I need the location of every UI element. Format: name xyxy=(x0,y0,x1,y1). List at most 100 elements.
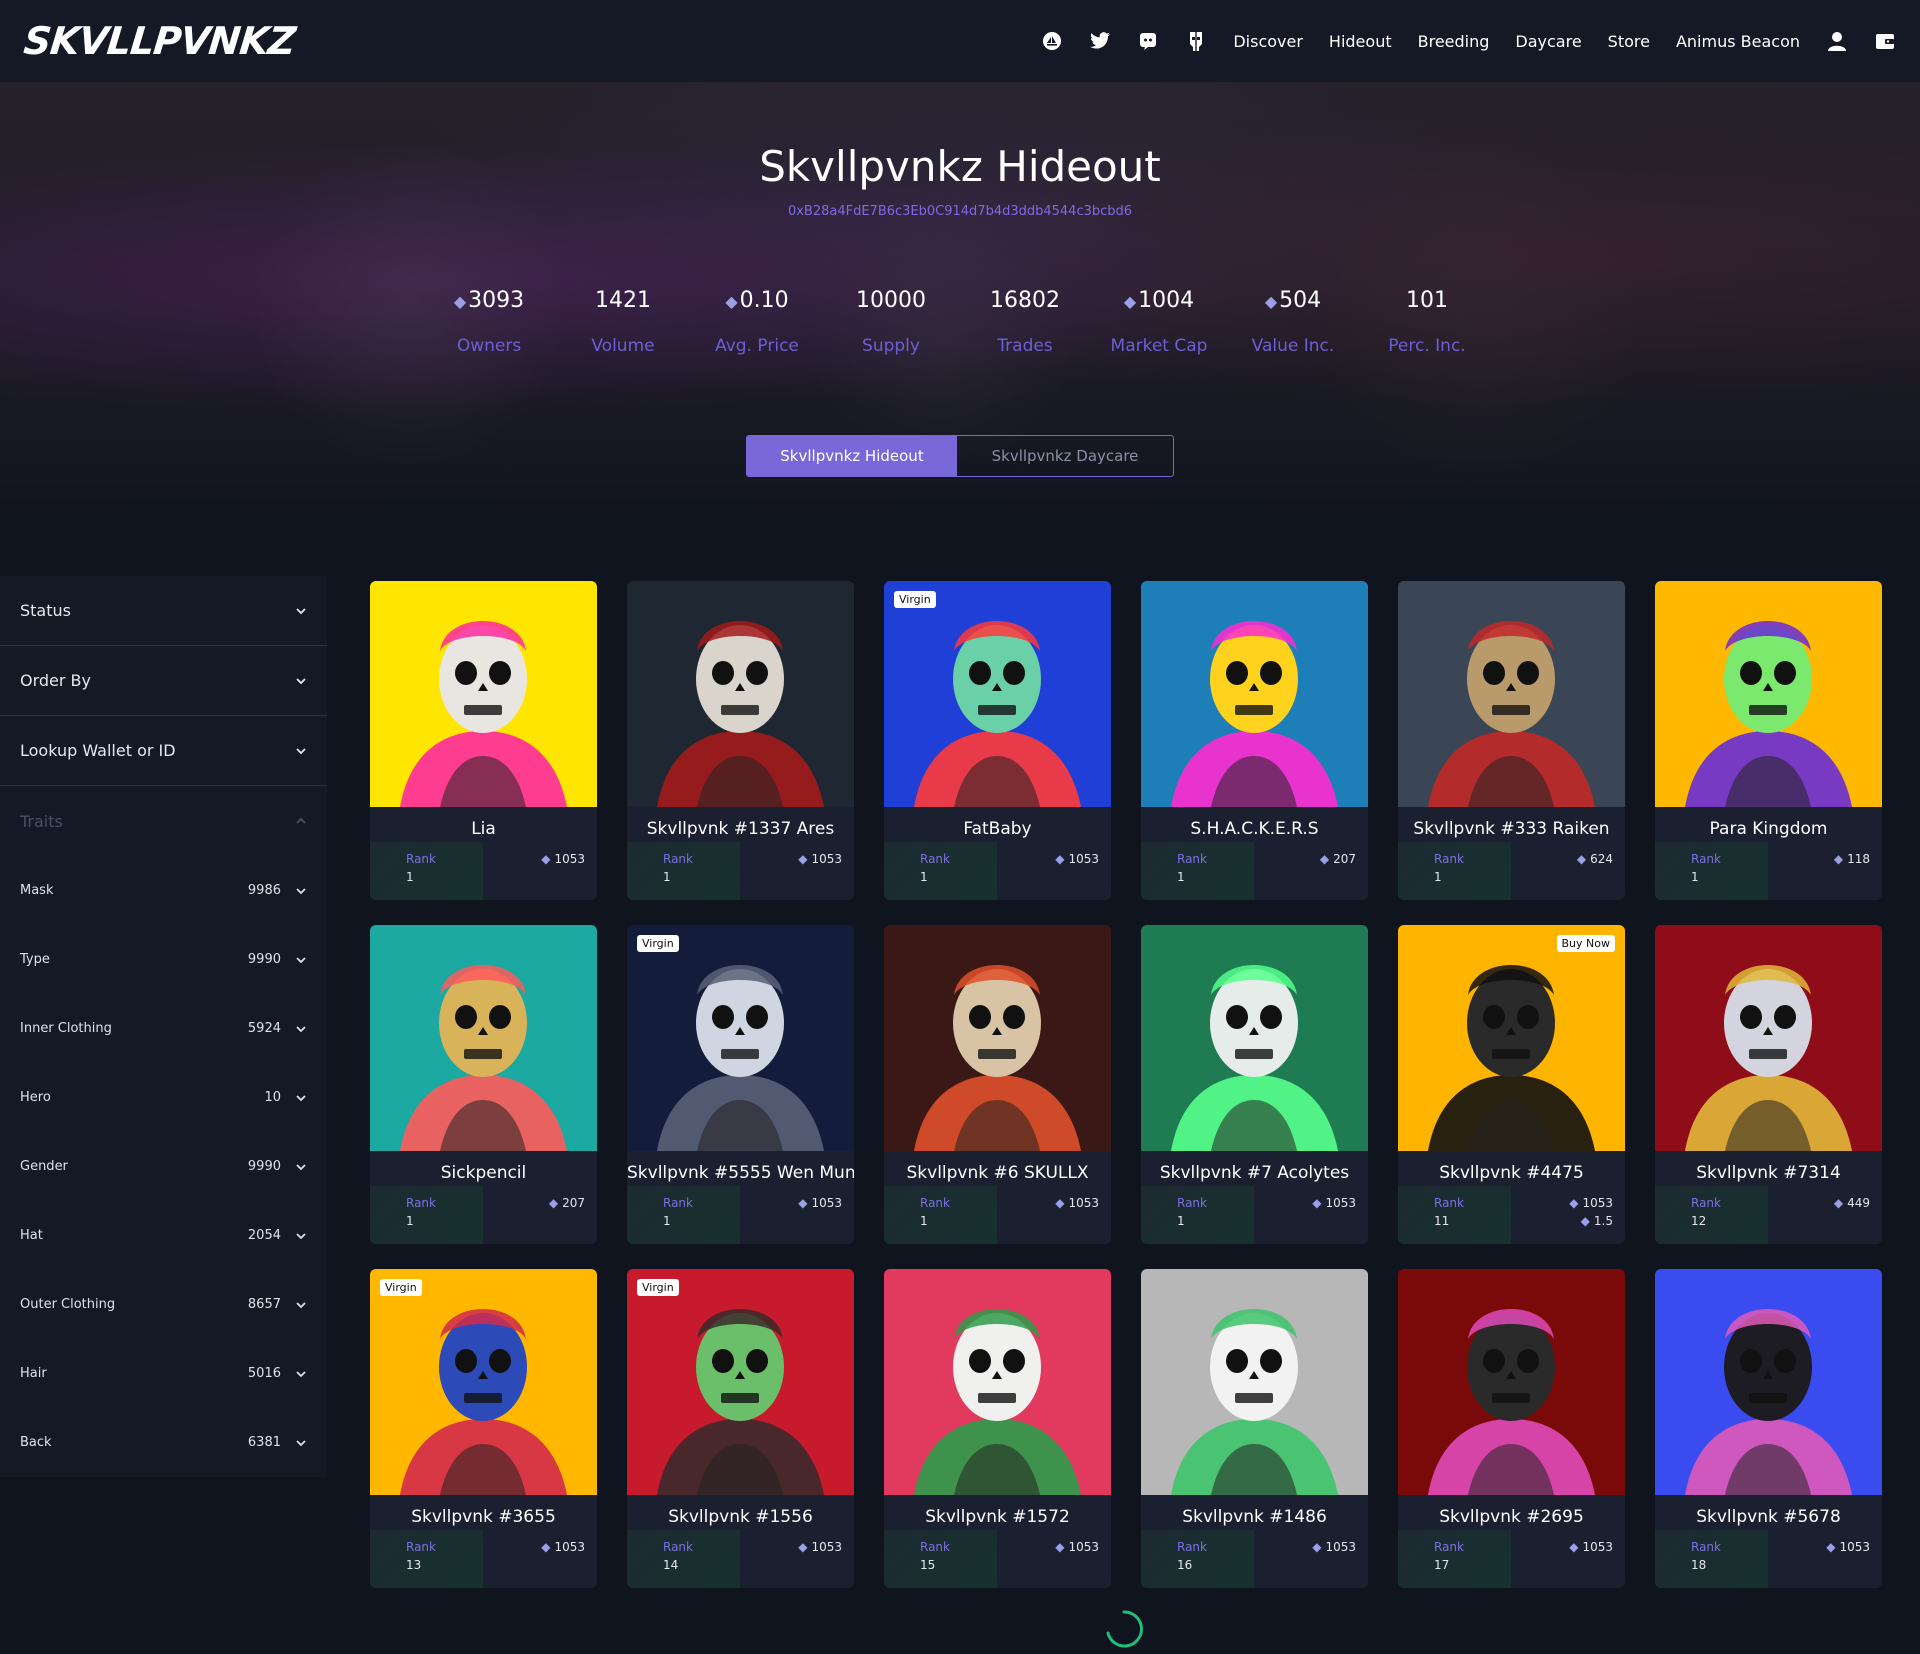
trait-right: 10 xyxy=(264,1090,307,1105)
skull-brand-icon[interactable] xyxy=(1185,30,1207,52)
filter-traits[interactable]: Traits xyxy=(0,786,327,856)
price-block: ◆ 1053 xyxy=(1254,1530,1368,1588)
nft-image[interactable] xyxy=(1655,925,1882,1151)
filter-status[interactable]: Status xyxy=(0,576,327,646)
tab-daycare[interactable]: Skvllpvnkz Daycare xyxy=(957,436,1173,476)
rank-block: Rank 15 xyxy=(884,1530,997,1588)
nft-card[interactable]: Virgin FatBaby Rank 1 ◆ 1053 xyxy=(884,581,1111,900)
stat-label: Trades xyxy=(997,336,1053,356)
nav-link-store[interactable]: Store xyxy=(1608,32,1650,51)
nft-image[interactable] xyxy=(370,581,597,807)
trait-filter-back[interactable]: Back 6381 xyxy=(0,1408,327,1477)
nft-image[interactable]: Virgin xyxy=(627,1269,854,1495)
trait-filter-inner-clothing[interactable]: Inner Clothing 5924 xyxy=(0,994,327,1063)
logo[interactable]: SKVLLPVNKZ xyxy=(22,19,297,63)
trait-filter-hat[interactable]: Hat 2054 xyxy=(0,1201,327,1270)
nav-link-animus-beacon[interactable]: Animus Beacon xyxy=(1676,32,1800,51)
discord-icon[interactable] xyxy=(1137,30,1159,52)
nft-image[interactable] xyxy=(370,925,597,1151)
nft-card[interactable]: Skvllpvnk #1486 Rank 16 ◆ 1053 xyxy=(1141,1269,1368,1588)
nav-link-breeding[interactable]: Breeding xyxy=(1418,32,1490,51)
nft-card[interactable]: Skvllpvnk #7314 Rank 12 ◆ 449 xyxy=(1655,925,1882,1244)
nft-image[interactable] xyxy=(1655,1269,1882,1495)
nft-card[interactable]: Skvllpvnk #1337 Ares Rank 1 ◆ 1053 xyxy=(627,581,854,900)
nft-card[interactable]: Virgin Skvllpvnk #1556 Rank 14 ◆ 1053 xyxy=(627,1269,854,1588)
trait-right: 6381 xyxy=(248,1435,307,1450)
price-value: 1053 xyxy=(1068,1196,1099,1210)
nft-name: S.H.A.C.K.E.R.S xyxy=(1190,819,1319,839)
rank-label: Rank xyxy=(663,1196,693,1210)
nft-card[interactable]: Skvllpvnk #2695 Rank 17 ◆ 1053 xyxy=(1398,1269,1625,1588)
rank-block: Rank 17 xyxy=(1398,1530,1511,1588)
rank-block: Rank 1 xyxy=(627,1186,740,1244)
nft-image[interactable] xyxy=(1398,581,1625,807)
wallet-icon[interactable] xyxy=(1874,30,1896,52)
rank-value: 1 xyxy=(1691,870,1699,884)
price-value: 118 xyxy=(1847,852,1870,866)
trait-right: 9986 xyxy=(248,883,307,898)
nft-image[interactable]: Virgin xyxy=(627,925,854,1151)
tab-hideout[interactable]: Skvllpvnkz Hideout xyxy=(747,436,957,476)
nft-name: FatBaby xyxy=(963,819,1032,839)
nft-image[interactable] xyxy=(1141,581,1368,807)
nft-image[interactable] xyxy=(1655,581,1882,807)
nav-link-discover[interactable]: Discover xyxy=(1233,32,1303,51)
nft-image[interactable] xyxy=(884,925,1111,1151)
trait-filter-hero[interactable]: Hero 10 xyxy=(0,1063,327,1132)
nft-card[interactable]: Skvllpvnk #1572 Rank 15 ◆ 1053 xyxy=(884,1269,1111,1588)
trait-filter-gender[interactable]: Gender 9990 xyxy=(0,1132,327,1201)
eth-icon: ◆ xyxy=(1312,1196,1322,1210)
nft-image[interactable]: Buy Now xyxy=(1398,925,1625,1151)
eth-icon: ◆ xyxy=(1833,1196,1844,1210)
trait-filter-type[interactable]: Type 9990 xyxy=(0,925,327,994)
filter-lookup-wallet[interactable]: Lookup Wallet or ID xyxy=(0,716,327,786)
nft-image[interactable] xyxy=(884,1269,1111,1495)
user-icon[interactable] xyxy=(1826,30,1848,52)
contract-address[interactable]: 0xB28a4FdE7B6c3Eb0C914d7b4d3ddb4544c3bcb… xyxy=(0,204,1920,219)
trait-count: 9990 xyxy=(247,952,281,967)
rank-value: 13 xyxy=(406,1558,422,1572)
nft-card[interactable]: Sickpencil Rank 1 ◆ 207 xyxy=(370,925,597,1244)
nft-image[interactable]: Virgin xyxy=(370,1269,597,1495)
nft-card[interactable]: Skvllpvnk #5678 Rank 18 ◆ 1053 xyxy=(1655,1269,1882,1588)
rank-label: Rank xyxy=(663,852,693,866)
nav-link-hideout[interactable]: Hideout xyxy=(1329,32,1392,51)
page-title: Skvllpvnkz Hideout xyxy=(759,142,1161,191)
nft-card[interactable]: Virgin Skvllpvnk #3655 Rank 13 ◆ 1053 xyxy=(370,1269,597,1588)
nav-link-daycare[interactable]: Daycare xyxy=(1515,32,1581,51)
stat-market-cap: ◆1004 Market Cap xyxy=(1092,288,1226,356)
eth-icon: ◆ xyxy=(1569,1196,1579,1210)
trait-count: 9990 xyxy=(247,1159,281,1174)
stats-row: ◆3093 Owners 1421 Volume ◆0.10 Avg. Price 1000… xyxy=(422,288,1494,356)
trait-filter-outer-clothing[interactable]: Outer Clothing 8657 xyxy=(0,1270,327,1339)
stat-value: 1421 xyxy=(556,288,690,318)
trait-right: 5924 xyxy=(248,1021,307,1036)
nft-image[interactable] xyxy=(1141,925,1368,1151)
nft-card[interactable]: Para Kingdom Rank 1 ◆ 118 xyxy=(1655,581,1882,900)
nft-card[interactable]: Lia Rank 1 ◆ 1053 xyxy=(370,581,597,900)
trait-filter-mask[interactable]: Mask 9986 xyxy=(0,856,327,925)
stat-number: 3093 xyxy=(468,288,525,313)
nft-image[interactable]: Virgin xyxy=(884,581,1111,807)
nft-grid: Lia Rank 1 ◆ 1053 Skvllpvnk #1337 Ares Rank 1 ◆ 1… xyxy=(370,581,1882,1588)
nft-card[interactable]: Skvllpvnk #6 SKULLX Rank 1 ◆ 1053 xyxy=(884,925,1111,1244)
rank-value: 1 xyxy=(1434,870,1442,884)
nft-image[interactable] xyxy=(1398,1269,1625,1495)
nft-card[interactable]: Skvllpvnk #333 Raiken Rank 1 ◆ 624 xyxy=(1398,581,1625,900)
price-block: ◆ 118 xyxy=(1768,842,1882,900)
nft-card[interactable]: Virgin Skvllpvnk #5555 Wen Mun Rank 1 ◆ 1053 xyxy=(627,925,854,1244)
nft-card[interactable]: Skvllpvnk #7 Acolytes Rank 1 ◆ 1053 xyxy=(1141,925,1368,1244)
price: ◆ 1053 xyxy=(541,852,585,866)
filter-lookup-label: Lookup Wallet or ID xyxy=(20,741,176,760)
trait-count: 9986 xyxy=(247,883,281,898)
trait-name: Type xyxy=(20,952,50,967)
nft-card[interactable]: S.H.A.C.K.E.R.S Rank 1 ◆ 207 xyxy=(1141,581,1368,900)
nft-image[interactable] xyxy=(627,581,854,807)
price-block: ◆ 1053 xyxy=(1768,1530,1882,1588)
opensea-icon[interactable] xyxy=(1041,30,1063,52)
nft-image[interactable] xyxy=(1141,1269,1368,1495)
trait-filter-hair[interactable]: Hair 5016 xyxy=(0,1339,327,1408)
filter-order-by[interactable]: Order By xyxy=(0,646,327,716)
nft-card[interactable]: Buy Now Skvllpvnk #4475 Rank 11 ◆ 1053 ◆ 1.5 xyxy=(1398,925,1625,1244)
twitter-icon[interactable] xyxy=(1089,30,1111,52)
